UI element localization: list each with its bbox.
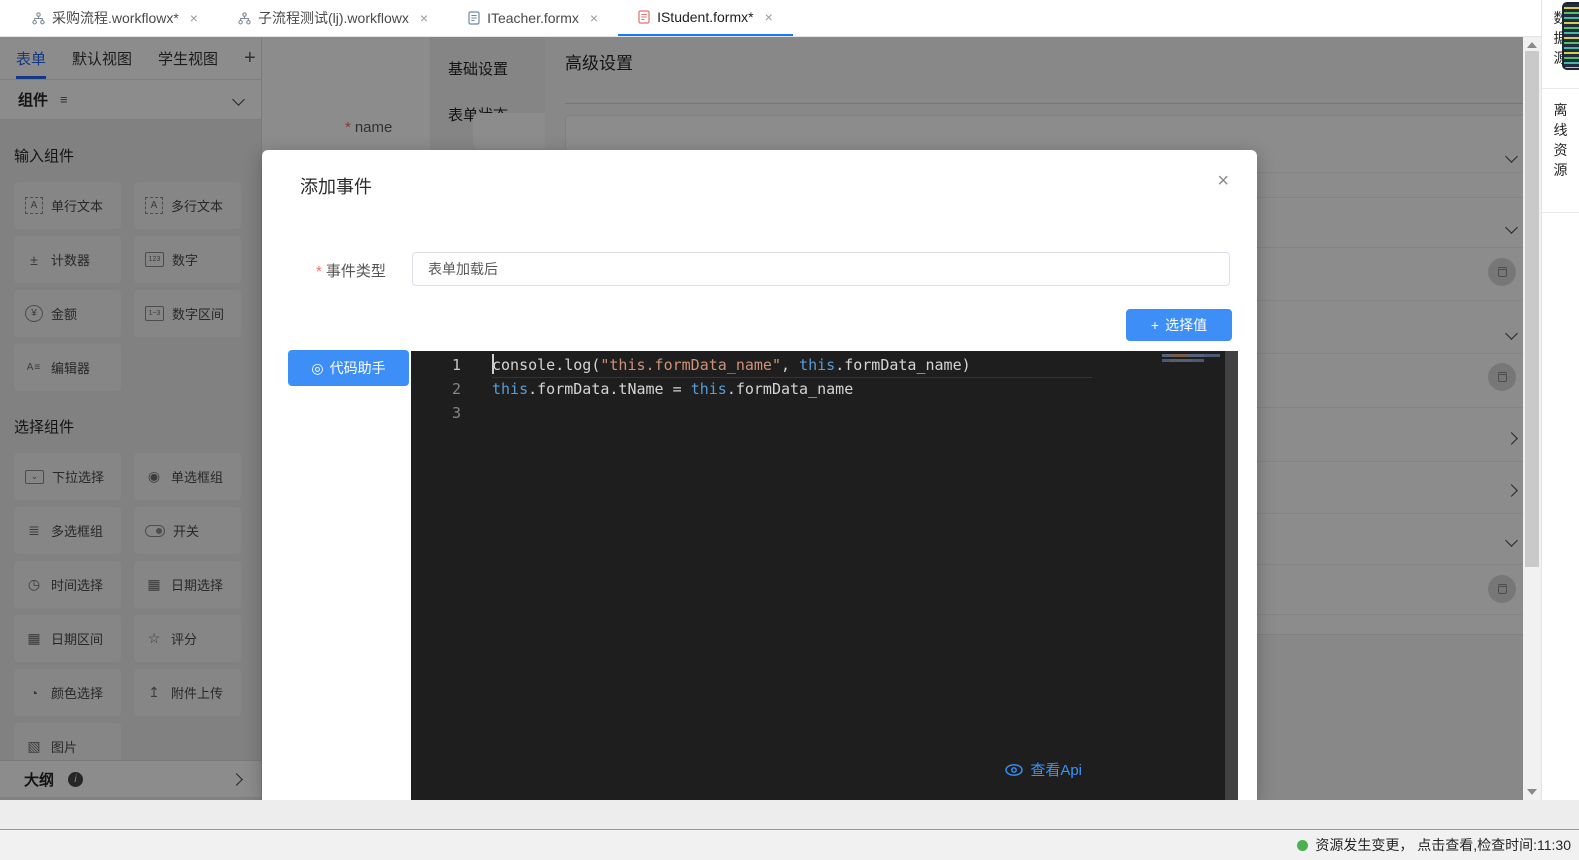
current-line-highlight xyxy=(492,377,1092,378)
right-dock-strip: 数据源离线资源 xyxy=(1541,0,1579,800)
view-api-text: 查看Api xyxy=(1030,759,1082,780)
editor-scrollbar[interactable] xyxy=(1225,351,1238,800)
scroll-down-icon[interactable] xyxy=(1527,789,1537,795)
form-icon xyxy=(638,10,650,24)
line-number: 1 xyxy=(411,353,461,377)
text-cursor xyxy=(492,354,494,374)
close-tab-icon[interactable]: × xyxy=(765,9,773,25)
assistant-icon: ◎ xyxy=(311,360,323,377)
view-api-link[interactable]: 查看Api xyxy=(1005,759,1082,780)
vertical-scrollbar[interactable] xyxy=(1523,37,1541,800)
code-assistant-label: 代码助手 xyxy=(330,358,386,378)
eye-icon xyxy=(1005,764,1023,776)
code-line[interactable]: 1console.log("this.formData_name", this.… xyxy=(411,353,1225,377)
required-mark: * xyxy=(316,263,322,280)
file-tab-label: ITeacher.formx xyxy=(487,10,579,26)
file-tab-label: 采购流程.workflowx* xyxy=(52,8,179,28)
scrollbar-thumb[interactable] xyxy=(1525,51,1539,567)
code-token: this xyxy=(799,356,835,374)
line-content: this.formData.tName = this.formData_name xyxy=(461,377,853,401)
code-token: .formData.tName = xyxy=(528,380,691,398)
modal-title: 添加事件 xyxy=(300,173,372,199)
event-type-input[interactable] xyxy=(412,252,1230,286)
editor-minimap[interactable] xyxy=(1162,354,1220,362)
select-value-label: 选择值 xyxy=(1165,315,1207,335)
close-tab-icon[interactable]: × xyxy=(590,10,598,26)
file-tab[interactable]: 子流程测试(lj).workflowx × xyxy=(218,0,448,36)
code-token: console.log( xyxy=(492,356,600,374)
divider xyxy=(1542,212,1579,213)
workflow-icon xyxy=(238,12,251,25)
status-green-dot-icon xyxy=(1297,840,1308,851)
event-type-label: *事件类型 xyxy=(316,260,386,281)
file-tabbar: 采购流程.workflowx*×子流程测试(lj).workflowx×ITea… xyxy=(0,0,1541,37)
file-tab-label: IStudent.formx* xyxy=(657,9,754,25)
code-line[interactable]: 2this.formData.tName = this.formData_nam… xyxy=(411,377,1225,401)
minimap-line xyxy=(1162,354,1220,357)
workflow-icon xyxy=(32,12,45,25)
close-tab-icon[interactable]: × xyxy=(190,10,198,26)
line-content: console.log("this.formData_name", this.f… xyxy=(461,353,971,377)
dock-item-label: 离线资源 xyxy=(1553,100,1568,180)
code-token: this xyxy=(492,380,528,398)
close-icon[interactable]: × xyxy=(1217,170,1229,193)
code-token: .formData_name xyxy=(727,380,853,398)
code-token: "this.formData_name" xyxy=(600,356,781,374)
code-editor[interactable]: 1console.log("this.formData_name", this.… xyxy=(411,351,1238,800)
divider xyxy=(1542,88,1579,89)
close-tab-icon[interactable]: × xyxy=(420,10,428,26)
minimap-line xyxy=(1162,359,1204,362)
app-window: { "tabbar": { "tabs": [ { "label": "采购流程… xyxy=(0,0,1579,860)
plus-icon: + xyxy=(1151,317,1159,333)
code-token: , xyxy=(781,356,799,374)
footer-strip xyxy=(0,800,1579,829)
dock-item-离线资源[interactable]: 离线资源 xyxy=(1542,100,1579,180)
file-tabs-container: 采购流程.workflowx*×子流程测试(lj).workflowx×ITea… xyxy=(12,0,793,36)
code-token: this xyxy=(691,380,727,398)
file-tab-label: 子流程测试(lj).workflowx xyxy=(258,8,409,28)
code-line[interactable]: 3 xyxy=(411,401,1225,425)
datasource-badge-icon[interactable] xyxy=(1562,2,1579,70)
line-number: 3 xyxy=(411,401,461,425)
status-message[interactable]: 资源发生变更， 点击查看,检查时间:11:30 xyxy=(1315,835,1571,855)
code-assistant-button[interactable]: ◎ 代码助手 xyxy=(288,350,409,386)
select-value-button[interactable]: + 选择值 xyxy=(1126,309,1232,341)
add-event-modal: 添加事件 × *事件类型 + 选择值 ◎ 代码助手 1console.log("… xyxy=(262,150,1257,800)
event-type-label-text: 事件类型 xyxy=(326,263,386,280)
file-tab[interactable]: ITeacher.formx × xyxy=(448,0,618,36)
line-content xyxy=(461,401,492,425)
code-token: .formData_name) xyxy=(835,356,970,374)
code-lines: 1console.log("this.formData_name", this.… xyxy=(411,353,1225,425)
main-area: 表单默认视图学生视图+ 组件 ≡ 输入组件A单行文本A多行文本±计数器123数字… xyxy=(0,37,1541,800)
line-number: 2 xyxy=(411,377,461,401)
file-tab[interactable]: IStudent.formx* × xyxy=(618,0,793,36)
scroll-up-icon[interactable] xyxy=(1527,42,1537,48)
statusbar: 资源发生变更， 点击查看,检查时间:11:30 xyxy=(0,829,1579,860)
file-tab[interactable]: 采购流程.workflowx* × xyxy=(12,0,218,36)
form-icon xyxy=(468,11,480,25)
